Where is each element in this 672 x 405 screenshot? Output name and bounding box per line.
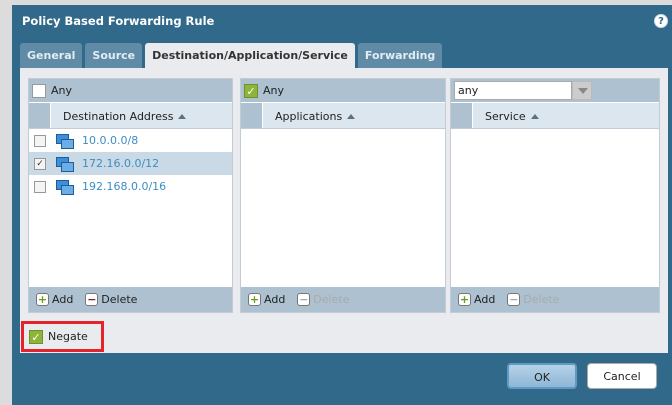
- add-label: Add: [264, 293, 286, 306]
- chevron-down-icon[interactable]: [572, 81, 592, 100]
- cancel-button[interactable]: Cancel: [587, 363, 657, 389]
- applications-panel: ✓ Any Applications + Add − Delete: [240, 78, 446, 313]
- network-address-icon: [56, 134, 74, 149]
- service-column-header[interactable]: Service: [473, 103, 539, 128]
- network-address-icon: [56, 180, 74, 195]
- minus-icon: −: [297, 293, 311, 306]
- applications-add-button[interactable]: + Add: [248, 293, 285, 306]
- applications-any-label: Any: [263, 84, 285, 97]
- applications-delete-button[interactable]: − Delete: [297, 293, 349, 306]
- minus-icon: −: [507, 293, 521, 306]
- destination-add-button[interactable]: + Add: [36, 293, 73, 306]
- table-row[interactable]: 192.168.0.0/16: [29, 175, 232, 198]
- ok-button[interactable]: OK: [507, 363, 577, 389]
- service-add-button[interactable]: + Add: [458, 293, 495, 306]
- table-row[interactable]: ✓ 172.16.0.0/12: [29, 152, 232, 175]
- column-label: Service: [485, 110, 526, 123]
- destination-address-column-header[interactable]: Destination Address: [51, 103, 187, 128]
- destination-any-checkbox[interactable]: [32, 83, 46, 98]
- help-icon[interactable]: ?: [654, 14, 668, 28]
- plus-icon: +: [248, 293, 261, 306]
- address-value[interactable]: 10.0.0.0/8: [82, 134, 138, 147]
- sort-asc-icon: [530, 114, 539, 119]
- add-label: Add: [52, 293, 74, 306]
- destination-delete-button[interactable]: − Delete: [85, 293, 137, 306]
- row-checkbox[interactable]: [34, 134, 46, 147]
- negate-checkbox[interactable]: ✓: [29, 329, 43, 344]
- tab-source[interactable]: Source: [85, 43, 143, 68]
- applications-column-header[interactable]: Applications: [263, 103, 356, 128]
- tab-general[interactable]: General: [20, 43, 83, 68]
- service-delete-button[interactable]: − Delete: [507, 293, 559, 306]
- table-row[interactable]: 10.0.0.0/8: [29, 129, 232, 152]
- delete-label: Delete: [101, 293, 138, 306]
- sort-asc-icon: [178, 114, 187, 119]
- service-select[interactable]: any: [454, 81, 572, 100]
- minus-icon: −: [85, 293, 99, 306]
- delete-label: Delete: [313, 293, 350, 306]
- add-label: Add: [474, 293, 496, 306]
- pbf-rule-dialog: Policy Based Forwarding Rule ? General S…: [12, 5, 672, 405]
- tab-destination-application-service[interactable]: Destination/Application/Service: [145, 43, 355, 69]
- network-address-icon: [56, 157, 74, 172]
- sort-asc-icon: [347, 114, 356, 119]
- applications-any-checkbox[interactable]: ✓: [244, 83, 258, 98]
- address-value[interactable]: 192.168.0.0/16: [82, 180, 166, 193]
- column-label: Applications: [275, 110, 343, 123]
- delete-label: Delete: [523, 293, 560, 306]
- negate-highlight: ✓ Negate: [21, 321, 104, 352]
- plus-icon: +: [36, 293, 49, 306]
- negate-label: Negate: [48, 330, 88, 343]
- destination-panel: Any Destination Address 10.0.0.0/8 ✓ 172.…: [28, 78, 233, 313]
- plus-icon: +: [458, 293, 471, 306]
- tab-forwarding[interactable]: Forwarding: [357, 43, 443, 68]
- tab-bar: General Source Destination/Application/S…: [20, 43, 443, 69]
- address-value[interactable]: 172.16.0.0/12: [82, 157, 159, 170]
- row-checkbox[interactable]: ✓: [34, 157, 46, 170]
- tab-content: Any Destination Address 10.0.0.0/8 ✓ 172.…: [20, 68, 668, 353]
- column-label: Destination Address: [63, 110, 174, 123]
- dialog-title: Policy Based Forwarding Rule: [22, 14, 215, 28]
- service-panel: any Service + Add − Delete: [450, 78, 660, 313]
- row-checkbox[interactable]: [34, 180, 46, 193]
- destination-any-label: Any: [51, 84, 73, 97]
